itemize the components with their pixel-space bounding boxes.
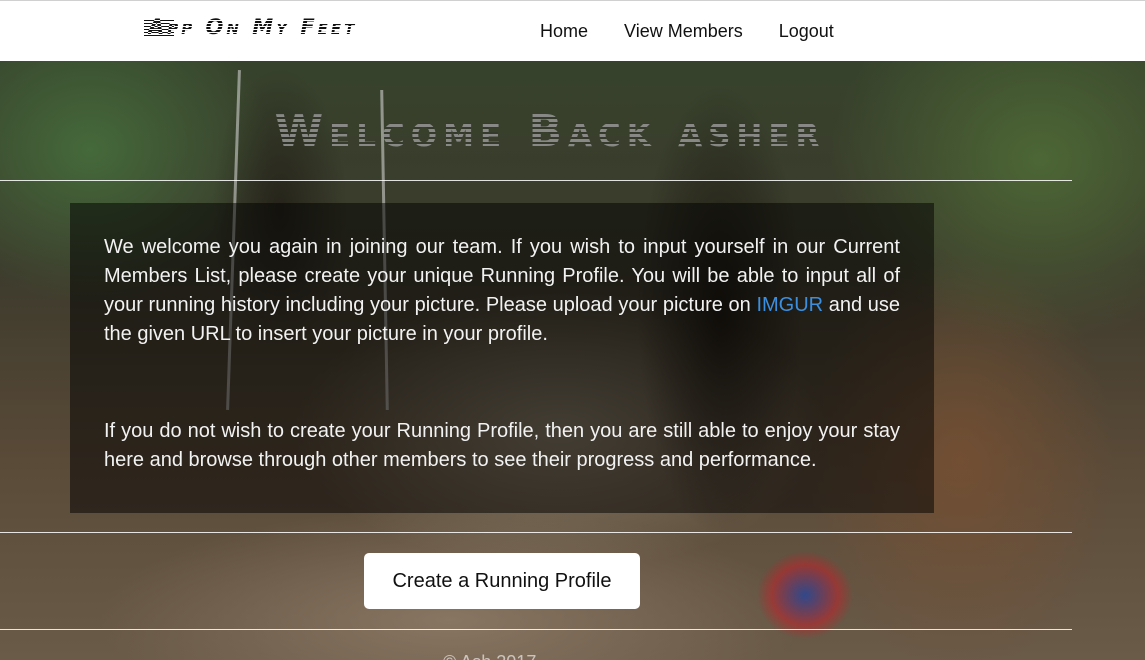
browse-paragraph: If you do not wish to create your Runnin… <box>104 420 900 471</box>
info-panel: We welcome you again in joining our team… <box>70 203 934 513</box>
create-running-profile-button[interactable]: Create a Running Profile <box>364 553 640 609</box>
nav-view-members-link[interactable]: View Members <box>624 21 743 42</box>
brand-logo[interactable]: App On My Feet <box>148 15 357 39</box>
divider <box>0 629 1072 630</box>
divider <box>0 180 1072 181</box>
nav-links: Home View Members Logout <box>540 21 870 42</box>
nav-home-link[interactable]: Home <box>540 21 588 42</box>
imgur-link[interactable]: IMGUR <box>756 294 823 316</box>
nav-logout-link[interactable]: Logout <box>779 21 834 42</box>
welcome-heading: Welcome Back asher <box>160 104 940 160</box>
running-shoe <box>745 540 865 650</box>
divider <box>0 532 1072 533</box>
footer-copyright: © Ash 2017 <box>443 652 536 660</box>
welcome-paragraph: We welcome you again in joining our team… <box>104 233 900 349</box>
navbar: App On My Feet Home View Members Logout <box>0 0 1145 61</box>
